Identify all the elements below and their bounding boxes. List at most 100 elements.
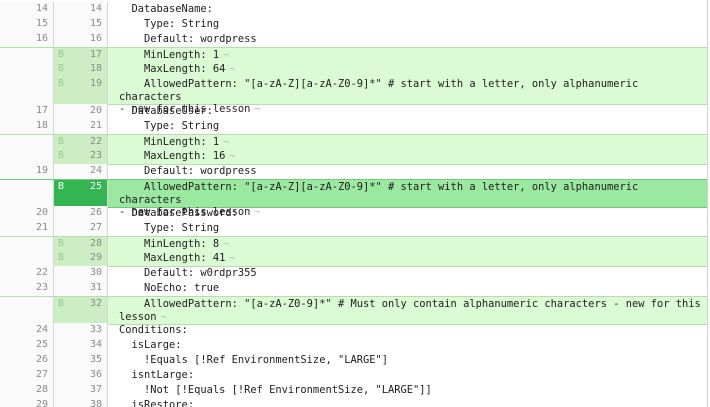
diff-line[interactable]: 18 21 Type: String bbox=[0, 119, 707, 134]
diff-line[interactable]: 27 36 isntLarge: bbox=[0, 368, 707, 383]
new-line-number: 21 bbox=[89, 120, 102, 131]
diff-view[interactable]: 14 14 DatabaseName: 15 15 Type: String 16 16 … bbox=[0, 0, 708, 407]
code-text: Conditions: bbox=[119, 324, 188, 336]
code-line: isLarge: bbox=[119, 339, 701, 352]
old-line-number: 17 bbox=[35, 105, 48, 116]
diff-line[interactable]: 17 20 DatabaseUser: bbox=[0, 104, 707, 119]
added-marker: B bbox=[58, 78, 65, 89]
new-line-gutter: B 23 bbox=[54, 149, 108, 164]
diff-line-added[interactable]: B 18 MaxLength: 64 ¬ bbox=[0, 62, 707, 77]
old-line-gutter bbox=[0, 62, 54, 77]
new-line-gutter: 27 bbox=[54, 221, 108, 236]
new-line-gutter: 14 bbox=[54, 2, 108, 17]
diff-line[interactable]: 24 33 Conditions: bbox=[0, 323, 707, 338]
added-marker: B bbox=[58, 49, 65, 60]
added-marker: B bbox=[58, 63, 65, 74]
old-line-number: 18 bbox=[35, 120, 48, 131]
diff-line[interactable]: 28 37 !Not [!Equals [!Ref EnvironmentSize… bbox=[0, 383, 707, 398]
diff-line[interactable]: 19 24 Default: wordpress bbox=[0, 164, 707, 179]
old-line-number: 15 bbox=[35, 18, 48, 29]
newline-icon: ¬ bbox=[229, 254, 235, 264]
diff-line-added[interactable]: B 23 MaxLength: 16 ¬ bbox=[0, 149, 707, 165]
diff-line[interactable]: 26 35 !Equals [!Ref EnvironmentSize, "LAR… bbox=[0, 353, 707, 368]
code-line: MinLength: 1 ¬ bbox=[119, 136, 701, 150]
new-line-gutter: 24 bbox=[54, 164, 108, 179]
old-line-gutter bbox=[0, 180, 54, 207]
diff-line[interactable]: 23 31 NoEcho: true bbox=[0, 281, 707, 296]
old-line-gutter: 19 bbox=[0, 164, 54, 179]
diff-line[interactable]: 25 34 isLarge: bbox=[0, 338, 707, 353]
diff-line[interactable]: 14 14 DatabaseName: bbox=[0, 2, 707, 17]
code-line: isRestore: bbox=[119, 399, 701, 407]
diff-line-added[interactable]: B 28 MinLength: 8 ¬ bbox=[0, 236, 707, 252]
code-text: MinLength: 1 bbox=[119, 49, 220, 61]
old-line-number: 16 bbox=[35, 33, 48, 44]
old-line-number: 27 bbox=[35, 369, 48, 380]
new-line-number: 29 bbox=[89, 252, 102, 263]
diff-line-added[interactable]: B 22 MinLength: 1 ¬ bbox=[0, 134, 707, 150]
code-line: MinLength: 1 ¬ bbox=[119, 49, 701, 63]
old-line-gutter: 24 bbox=[0, 323, 54, 338]
old-line-number: 14 bbox=[35, 3, 48, 14]
code-line: MaxLength: 16 ¬ bbox=[119, 150, 701, 164]
code-line: DatabaseUser: bbox=[119, 105, 701, 118]
added-marker: B bbox=[58, 238, 65, 249]
new-line-number: 23 bbox=[89, 150, 102, 161]
code-line: Default: wordpress bbox=[119, 33, 701, 46]
new-line-number: 32 bbox=[89, 298, 102, 309]
code-text: NoEcho: true bbox=[119, 282, 220, 294]
code-text: !Equals [!Ref EnvironmentSize, "LARGE"] bbox=[119, 354, 389, 366]
old-line-gutter bbox=[0, 237, 54, 252]
new-line-gutter: B 29 bbox=[54, 251, 108, 266]
code-line: MinLength: 8 ¬ bbox=[119, 238, 701, 252]
new-line-number: 22 bbox=[89, 136, 102, 147]
diff-line-added[interactable]: B 17 MinLength: 1 ¬ bbox=[0, 47, 707, 63]
diff-line[interactable]: 16 16 Default: wordpress bbox=[0, 32, 707, 47]
new-line-number: 30 bbox=[89, 267, 102, 278]
new-line-number: 18 bbox=[89, 63, 102, 74]
old-line-gutter: 16 bbox=[0, 32, 54, 47]
new-line-gutter: 30 bbox=[54, 266, 108, 281]
code-line: AllowedPattern: "[a-zA-Z0-9]*" # Must on… bbox=[119, 298, 701, 324]
code-line: Default: wordpress bbox=[119, 165, 701, 178]
diff-line-added[interactable]: B 19 AllowedPattern: "[a-zA-Z][a-zA-Z0-9]… bbox=[0, 77, 707, 115]
old-line-number: 25 bbox=[35, 339, 48, 350]
diff-line[interactable]: 21 27 Type: String bbox=[0, 221, 707, 236]
new-line-gutter: B 18 bbox=[54, 62, 108, 77]
old-line-number: 20 bbox=[35, 207, 48, 218]
new-line-number: 15 bbox=[89, 18, 102, 29]
old-line-gutter: 25 bbox=[0, 338, 54, 353]
newline-icon: ¬ bbox=[160, 312, 166, 323]
new-line-number: 19 bbox=[89, 78, 102, 89]
code-line: NoEcho: true bbox=[119, 282, 701, 295]
diff-line-added[interactable]: B 32 AllowedPattern: "[a-zA-Z0-9]*" # Mus… bbox=[0, 296, 707, 325]
new-line-number: 25 bbox=[89, 181, 102, 192]
new-line-gutter: B 22 bbox=[54, 135, 108, 150]
old-line-gutter: 29 bbox=[0, 398, 54, 407]
new-line-number: 38 bbox=[89, 399, 102, 407]
old-line-gutter: 22 bbox=[0, 266, 54, 281]
new-line-number: 20 bbox=[89, 105, 102, 116]
code-text: DatabaseUser: bbox=[119, 105, 213, 117]
diff-line[interactable]: 15 15 Type: String bbox=[0, 17, 707, 32]
old-line-gutter bbox=[0, 77, 54, 104]
added-marker: B bbox=[58, 136, 65, 147]
new-line-number: 36 bbox=[89, 369, 102, 380]
new-line-gutter: B 28 bbox=[54, 237, 108, 252]
new-line-number: 26 bbox=[89, 207, 102, 218]
diff-line[interactable]: 29 38 isRestore: bbox=[0, 398, 707, 407]
old-line-gutter: 28 bbox=[0, 383, 54, 398]
diff-line-added[interactable]: B 25 AllowedPattern: "[a-zA-Z][a-zA-Z0-9]… bbox=[0, 179, 707, 218]
added-marker: B bbox=[58, 252, 65, 263]
old-line-gutter: 26 bbox=[0, 353, 54, 368]
diff-line[interactable]: 20 26 DatabasePassword: bbox=[0, 206, 707, 221]
old-line-gutter: 20 bbox=[0, 206, 54, 221]
code-text: Default: w0rdpr355 bbox=[119, 267, 257, 279]
old-line-gutter: 23 bbox=[0, 281, 54, 296]
new-line-number: 14 bbox=[89, 3, 102, 14]
code-text: AllowedPattern: "[a-zA-Z0-9]*" # Must on… bbox=[119, 298, 701, 323]
diff-line-added[interactable]: B 29 MaxLength: 41 ¬ bbox=[0, 251, 707, 267]
code-line: MaxLength: 64 ¬ bbox=[119, 63, 701, 77]
code-text: MaxLength: 41 bbox=[119, 252, 226, 264]
diff-line[interactable]: 22 30 Default: w0rdpr355 bbox=[0, 266, 707, 281]
